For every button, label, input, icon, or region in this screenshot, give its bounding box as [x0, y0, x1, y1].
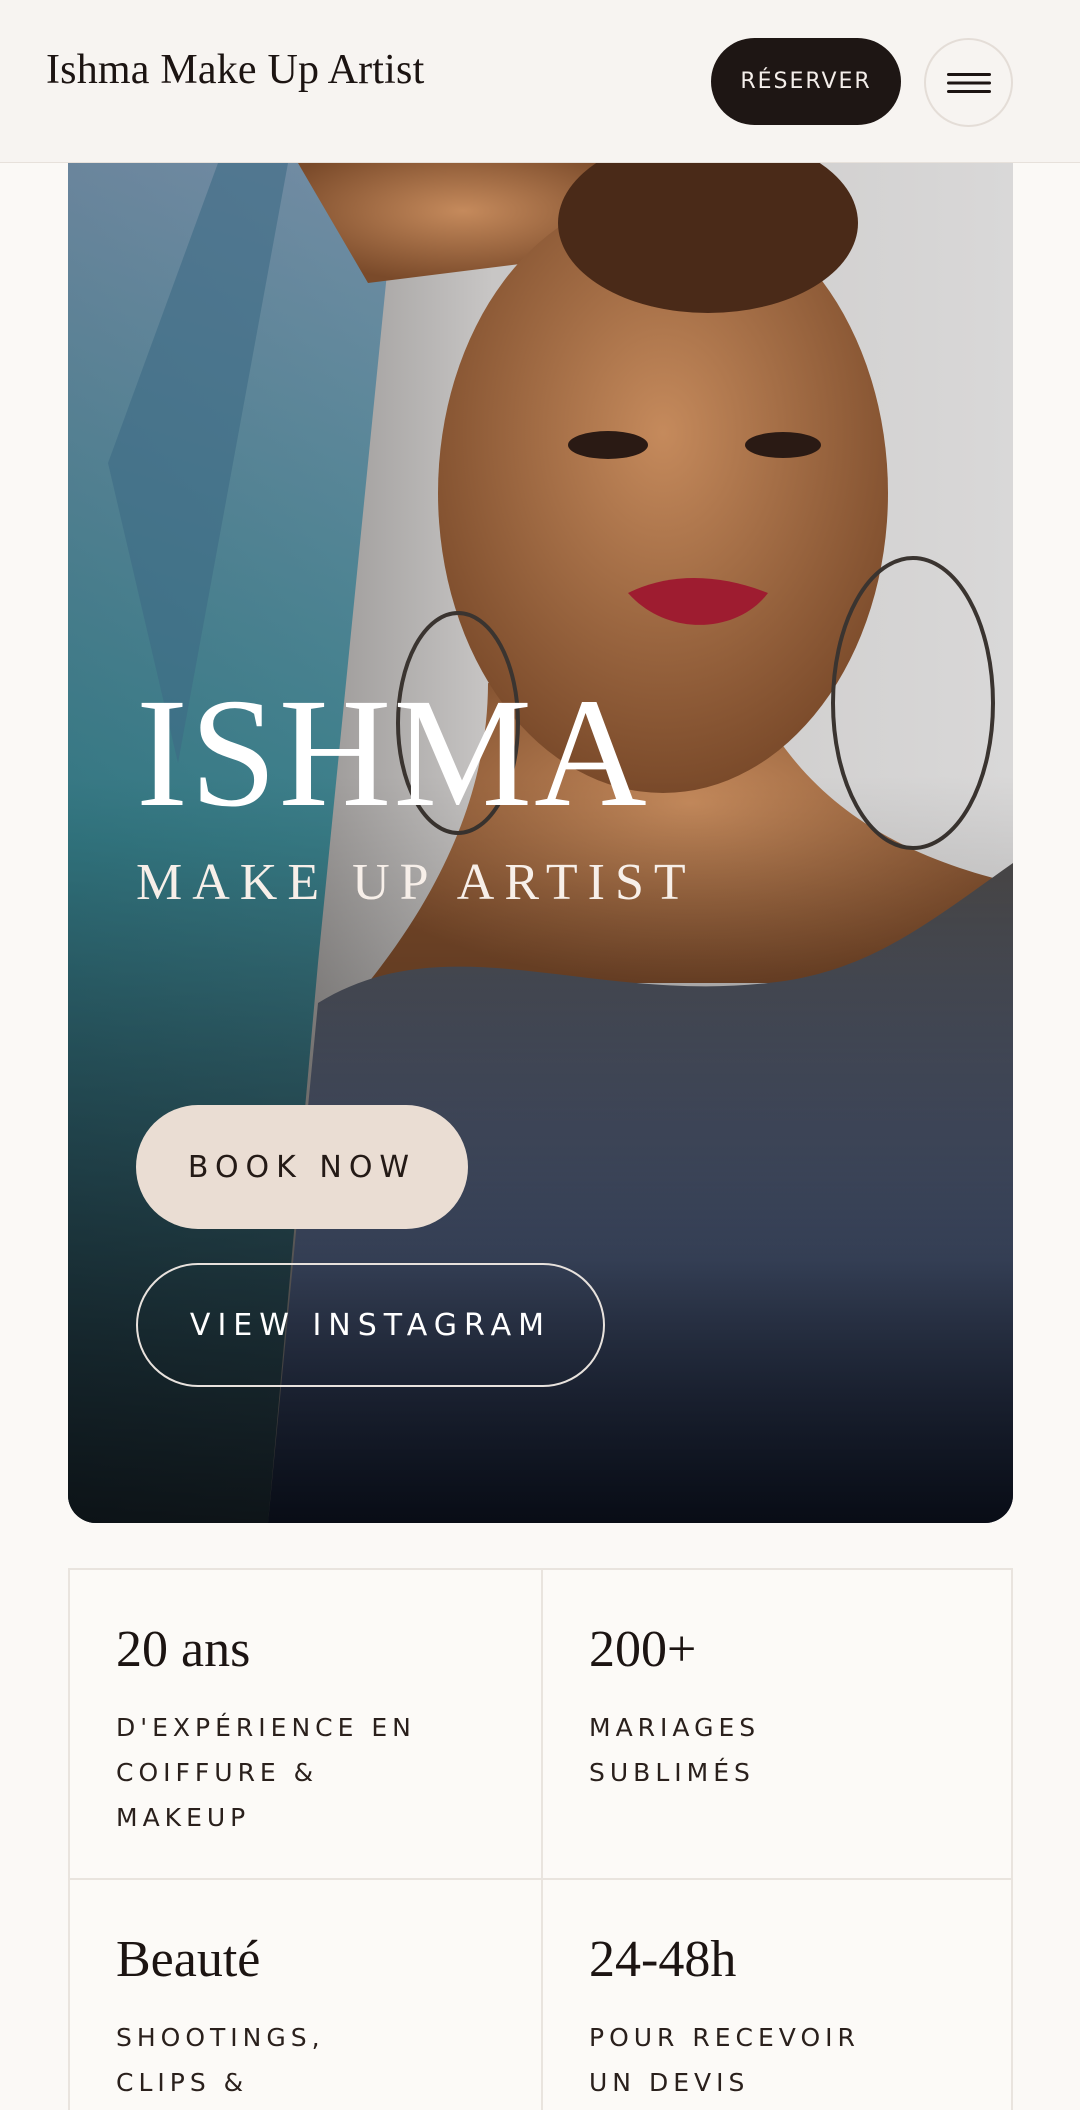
book-now-button[interactable]: BOOK NOW	[136, 1105, 468, 1229]
brand-logo[interactable]: Ishma Make Up Artist	[46, 46, 424, 94]
stat-value: 20 ans	[116, 1621, 251, 1678]
stat-value: 24-48h	[589, 1931, 737, 1988]
stats-grid: 20 ans D'EXPÉRIENCE EN COIFFURE & MAKEUP…	[68, 1568, 1013, 2110]
hero-banner: ISHMA MAKE UP ARTIST BOOK NOW VIEW INSTA…	[68, 163, 1013, 1523]
menu-button[interactable]	[924, 38, 1013, 127]
stat-value: 200+	[589, 1621, 697, 1678]
hero-title: ISHMA	[136, 666, 649, 839]
stat-label: SHOOTINGS, CLIPS & ÉDITORIAL	[116, 2023, 325, 2097]
reserve-button[interactable]: RÉSERVER	[711, 38, 901, 125]
stat-label: D'EXPÉRIENCE EN COIFFURE & MAKEUP	[116, 1713, 416, 1832]
hamburger-icon	[946, 72, 991, 93]
page: Ishma Make Up Artist RÉSERVER ISHMA MAKE…	[0, 0, 1080, 2110]
stat-quote: 24-48h POUR RECEVOIR UN DEVIS	[541, 1880, 1012, 2110]
stat-label: MARIAGES SUBLIMÉS	[589, 1713, 761, 1787]
stat-beauty: Beauté SHOOTINGS, CLIPS & ÉDITORIAL	[70, 1880, 541, 2110]
stat-experience: 20 ans D'EXPÉRIENCE EN COIFFURE & MAKEUP	[70, 1570, 541, 1880]
stat-weddings: 200+ MARIAGES SUBLIMÉS	[541, 1570, 1012, 1880]
stat-value: Beauté	[116, 1931, 261, 1988]
hero-subtitle: MAKE UP ARTIST	[136, 854, 696, 911]
site-header: Ishma Make Up Artist RÉSERVER	[0, 0, 1080, 163]
stat-label: POUR RECEVOIR UN DEVIS	[589, 2023, 860, 2097]
view-instagram-button[interactable]: VIEW INSTAGRAM	[136, 1263, 605, 1387]
